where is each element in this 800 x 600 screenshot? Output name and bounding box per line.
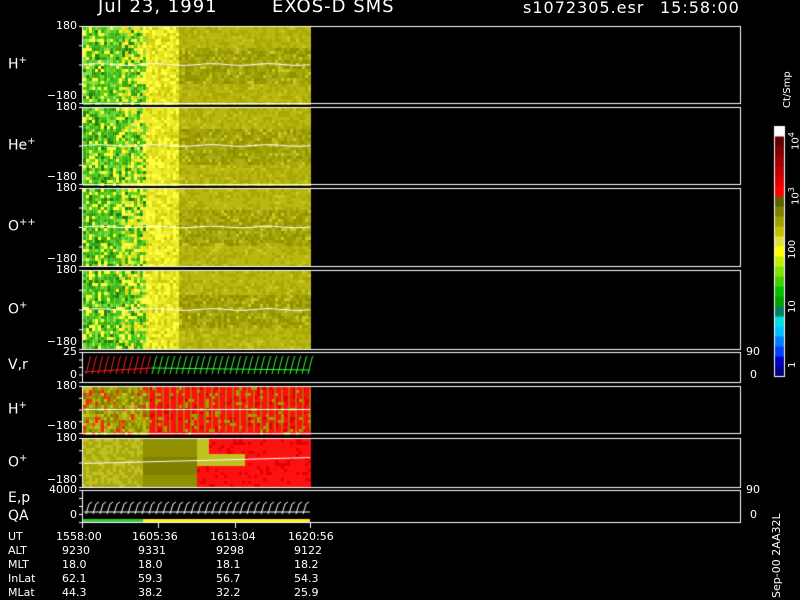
ephemeris-value: 18.0 <box>62 558 87 571</box>
colorbar-tick-label: 104 <box>787 132 800 151</box>
panel-label-v-r: V,r <box>8 357 28 373</box>
ephemeris-value: 62.1 <box>62 572 87 585</box>
ephemeris-label: InLat <box>8 572 36 585</box>
panel-label-o-plus-2: O+ <box>8 452 28 471</box>
instrument-name: EXOS-D SMS <box>272 0 395 17</box>
y-tick-max: 180 <box>56 181 77 194</box>
right-tick-min: 0 <box>750 508 757 521</box>
y-tick-max: 25 <box>63 345 77 358</box>
y-tick-max: 180 <box>56 100 77 113</box>
ephemeris-value: 25.9 <box>294 586 319 599</box>
ephemeris-value: 9122 <box>294 544 322 557</box>
ephemeris-value: 59.3 <box>138 572 163 585</box>
panel-label-superscript: + <box>18 399 27 411</box>
ephemeris-value: 1620:56 <box>288 530 334 543</box>
right-tick-max: 90 <box>746 483 760 496</box>
ephemeris-value: 38.2 <box>138 586 163 599</box>
ephemeris-value: 9331 <box>138 544 166 557</box>
panel-label-superscript: + <box>18 54 27 66</box>
y-tick-max: 180 <box>56 379 77 392</box>
footer-note: Sep-00 2AA32L <box>770 513 783 598</box>
colorbar-tick-label: 10 <box>787 300 798 314</box>
ephemeris-value: 18.2 <box>294 558 319 571</box>
ephemeris-value: 9230 <box>62 544 90 557</box>
colorbar-tick-label: 100 <box>787 239 798 259</box>
plot-date: Jul 23, 1991 <box>98 0 218 17</box>
ephemeris-value: 1605:36 <box>132 530 178 543</box>
ephemeris-value: 18.0 <box>138 558 163 571</box>
colorbar-tick-label: 1 <box>787 361 798 368</box>
panel-label-h-plus: H+ <box>8 54 27 73</box>
ephemeris-value: 54.3 <box>294 572 319 585</box>
ephemeris-value: 32.2 <box>216 586 241 599</box>
panel-label-o-plus: O+ <box>8 299 28 318</box>
spectrogram-canvas <box>0 0 800 600</box>
data-filename: s1072305.esr <box>523 0 645 17</box>
ephemeris-value: 44.3 <box>62 586 87 599</box>
ephemeris-label: ALT <box>8 544 27 557</box>
panel-label-superscript: ++ <box>19 217 36 228</box>
ephemeris-label: MLT <box>8 558 29 571</box>
start-time: 15:58:00 <box>660 0 740 17</box>
panel-label-superscript: + <box>19 299 28 311</box>
y-tick-max: 180 <box>56 431 77 444</box>
ephemeris-value: 18.1 <box>216 558 241 571</box>
ephemeris-value: 9298 <box>216 544 244 557</box>
colorbar-tick-exponent: 4 <box>787 132 796 138</box>
ephemeris-value: 56.7 <box>216 572 241 585</box>
ephemeris-label: UT <box>8 530 23 543</box>
ephemeris-value: 1613:04 <box>210 530 256 543</box>
colorbar-tick-label: 103 <box>787 186 800 205</box>
right-tick-min: 0 <box>750 368 757 381</box>
colorbar-tick-exponent: 3 <box>787 186 796 192</box>
y-tick-max: 180 <box>56 19 77 32</box>
ephemeris-value: 1558:00 <box>56 530 102 543</box>
panel-label-h-plus-2: H+ <box>8 399 27 418</box>
panel-label-superscript: + <box>27 135 36 147</box>
ephemeris-label: MLat <box>8 586 35 599</box>
colorbar-unit: Ct/Smp <box>782 71 793 108</box>
y-tick-max: 4000 <box>49 483 77 496</box>
right-tick-max: 90 <box>746 345 760 358</box>
panel-label-e-p-qa: E,p <box>8 490 31 506</box>
panel-label-o-plus-plus: O++ <box>8 217 36 235</box>
panel-label-superscript: + <box>19 452 28 464</box>
panel-label-he-plus: He+ <box>8 135 36 154</box>
y-tick-min: 0 <box>70 508 77 521</box>
y-tick-max: 180 <box>56 263 77 276</box>
panel-label-qa: QA <box>8 508 29 524</box>
